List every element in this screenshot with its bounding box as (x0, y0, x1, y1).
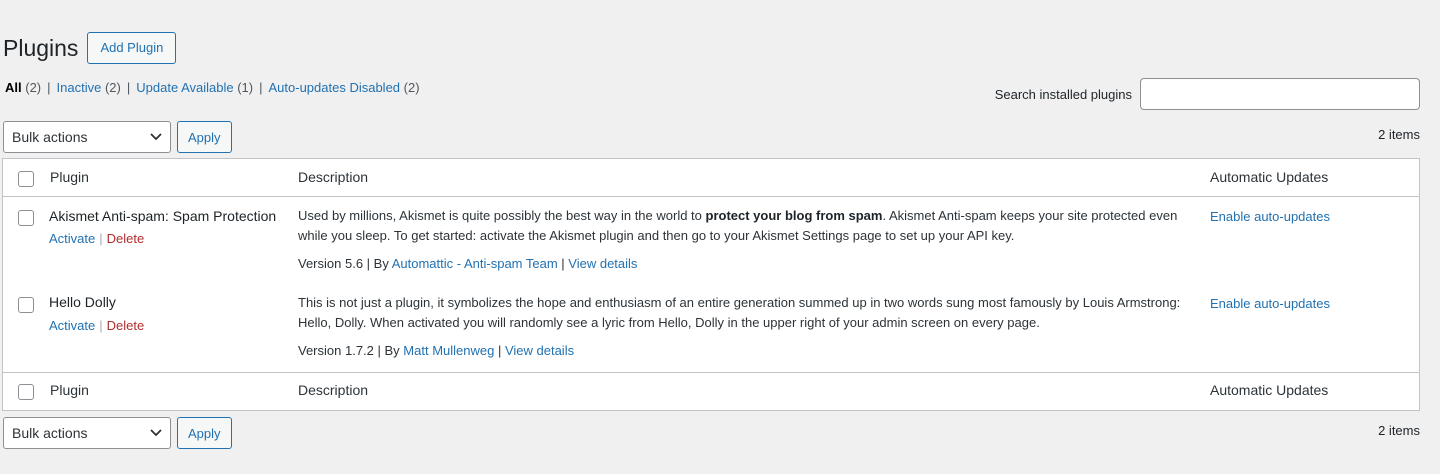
plugin-meta: Version 1.7.2 | By Matt Mullenweg | View… (298, 343, 575, 358)
plugins-page: Plugins Add Plugin All (2) | Inactive (2) |… (0, 0, 1440, 474)
view-details-link[interactable]: View details (505, 343, 574, 358)
filter-auto-updates-disabled[interactable]: Auto-updates Disabled (269, 80, 401, 95)
tablenav-top: Bulk actions Apply (3, 121, 232, 153)
apply-button-bottom[interactable]: Apply (177, 417, 232, 449)
row-actions: Activate | Delete (49, 318, 144, 333)
column-description: Description (298, 169, 369, 185)
select-all-checkbox-footer[interactable] (18, 384, 34, 400)
column-plugin[interactable]: Plugin (50, 169, 89, 185)
search-input[interactable] (1140, 78, 1420, 110)
description-text: Used by millions, Akismet is quite possi… (298, 208, 706, 223)
action-separator: | (99, 231, 103, 246)
search-box: Search installed plugins (995, 78, 1420, 110)
plugins-table: Plugin Description Automatic Updates Aki… (2, 158, 1420, 411)
plugin-meta: Version 5.6 | By Automattic - Anti-spam … (298, 256, 638, 271)
items-count-bottom: 2 items (1378, 423, 1420, 438)
plugin-version: Version 5.6 (298, 256, 364, 271)
activate-link[interactable]: Activate (49, 318, 95, 333)
table-row: Akismet Anti-spam: Spam Protection Activ… (3, 196, 1419, 283)
plugin-version: Version 1.7.2 (298, 343, 374, 358)
description-text: This is not just a plugin, it symbolizes… (298, 295, 1181, 330)
filter-auto-updates-disabled-count: (2) (403, 80, 420, 95)
view-details-link[interactable]: View details (568, 256, 637, 271)
items-count: 2 items (1378, 127, 1420, 142)
row-actions: Activate | Delete (49, 231, 144, 246)
bulk-actions-select[interactable]: Bulk actions (3, 121, 171, 153)
delete-link[interactable]: Delete (107, 231, 145, 246)
status-filters: All (2) | Inactive (2) | Update Available (1… (5, 80, 420, 95)
row-checkbox[interactable] (18, 210, 34, 226)
column-description-footer: Description (298, 382, 369, 398)
table-footer: Plugin Description Automatic Updates (3, 372, 1419, 410)
filter-separator: | (259, 80, 263, 95)
search-label: Search installed plugins (994, 86, 1132, 102)
filter-all-count: (2) (25, 80, 42, 95)
column-plugin-footer[interactable]: Plugin (50, 382, 89, 398)
plugin-name: Hello Dolly (49, 294, 116, 310)
by-label: By (384, 343, 400, 358)
bulk-actions-label: Bulk actions (12, 129, 88, 145)
bulk-actions-label: Bulk actions (12, 425, 88, 441)
chevron-down-icon (150, 426, 162, 440)
by-label: By (373, 256, 389, 271)
apply-button[interactable]: Apply (177, 121, 232, 153)
filter-separator: | (126, 80, 131, 95)
bulk-actions-select-bottom[interactable]: Bulk actions (3, 417, 171, 449)
column-automatic-updates-footer: Automatic Updates (1210, 382, 1329, 398)
enable-auto-updates-link[interactable]: Enable auto-updates (1210, 296, 1330, 311)
action-separator: | (99, 318, 103, 333)
tablenav-bottom: Bulk actions Apply (3, 417, 232, 449)
row-checkbox[interactable] (18, 297, 34, 313)
title-row: Plugins Add Plugin (3, 32, 177, 64)
add-plugin-button[interactable]: Add Plugin (87, 32, 177, 64)
filter-update-available-count: (1) (237, 80, 254, 95)
filter-inactive[interactable]: Inactive (57, 80, 102, 95)
select-all-checkbox[interactable] (18, 171, 34, 187)
filter-inactive-count: (2) (104, 80, 121, 95)
plugin-description: Used by millions, Akismet is quite possi… (298, 206, 1188, 246)
table-row: Hello Dolly Activate | Delete This is not … (3, 283, 1419, 373)
plugin-description: This is not just a plugin, it symbolizes… (298, 293, 1188, 333)
author-link[interactable]: Matt Mullenweg (403, 343, 494, 358)
table-header: Plugin Description Automatic Updates (3, 159, 1419, 197)
page-title: Plugins (3, 34, 79, 61)
author-link[interactable]: Automattic - Anti-spam Team (392, 256, 558, 271)
delete-link[interactable]: Delete (107, 318, 145, 333)
column-automatic-updates: Automatic Updates (1210, 169, 1329, 185)
filter-update-available[interactable]: Update Available (136, 80, 233, 95)
activate-link[interactable]: Activate (49, 231, 95, 246)
description-bold-text: protect your blog from spam (705, 208, 883, 223)
enable-auto-updates-link[interactable]: Enable auto-updates (1210, 209, 1330, 224)
filter-separator: | (47, 80, 51, 95)
filter-all[interactable]: All (5, 80, 22, 95)
plugin-name: Akismet Anti-spam: Spam Protection (49, 208, 277, 224)
chevron-down-icon (150, 130, 162, 144)
